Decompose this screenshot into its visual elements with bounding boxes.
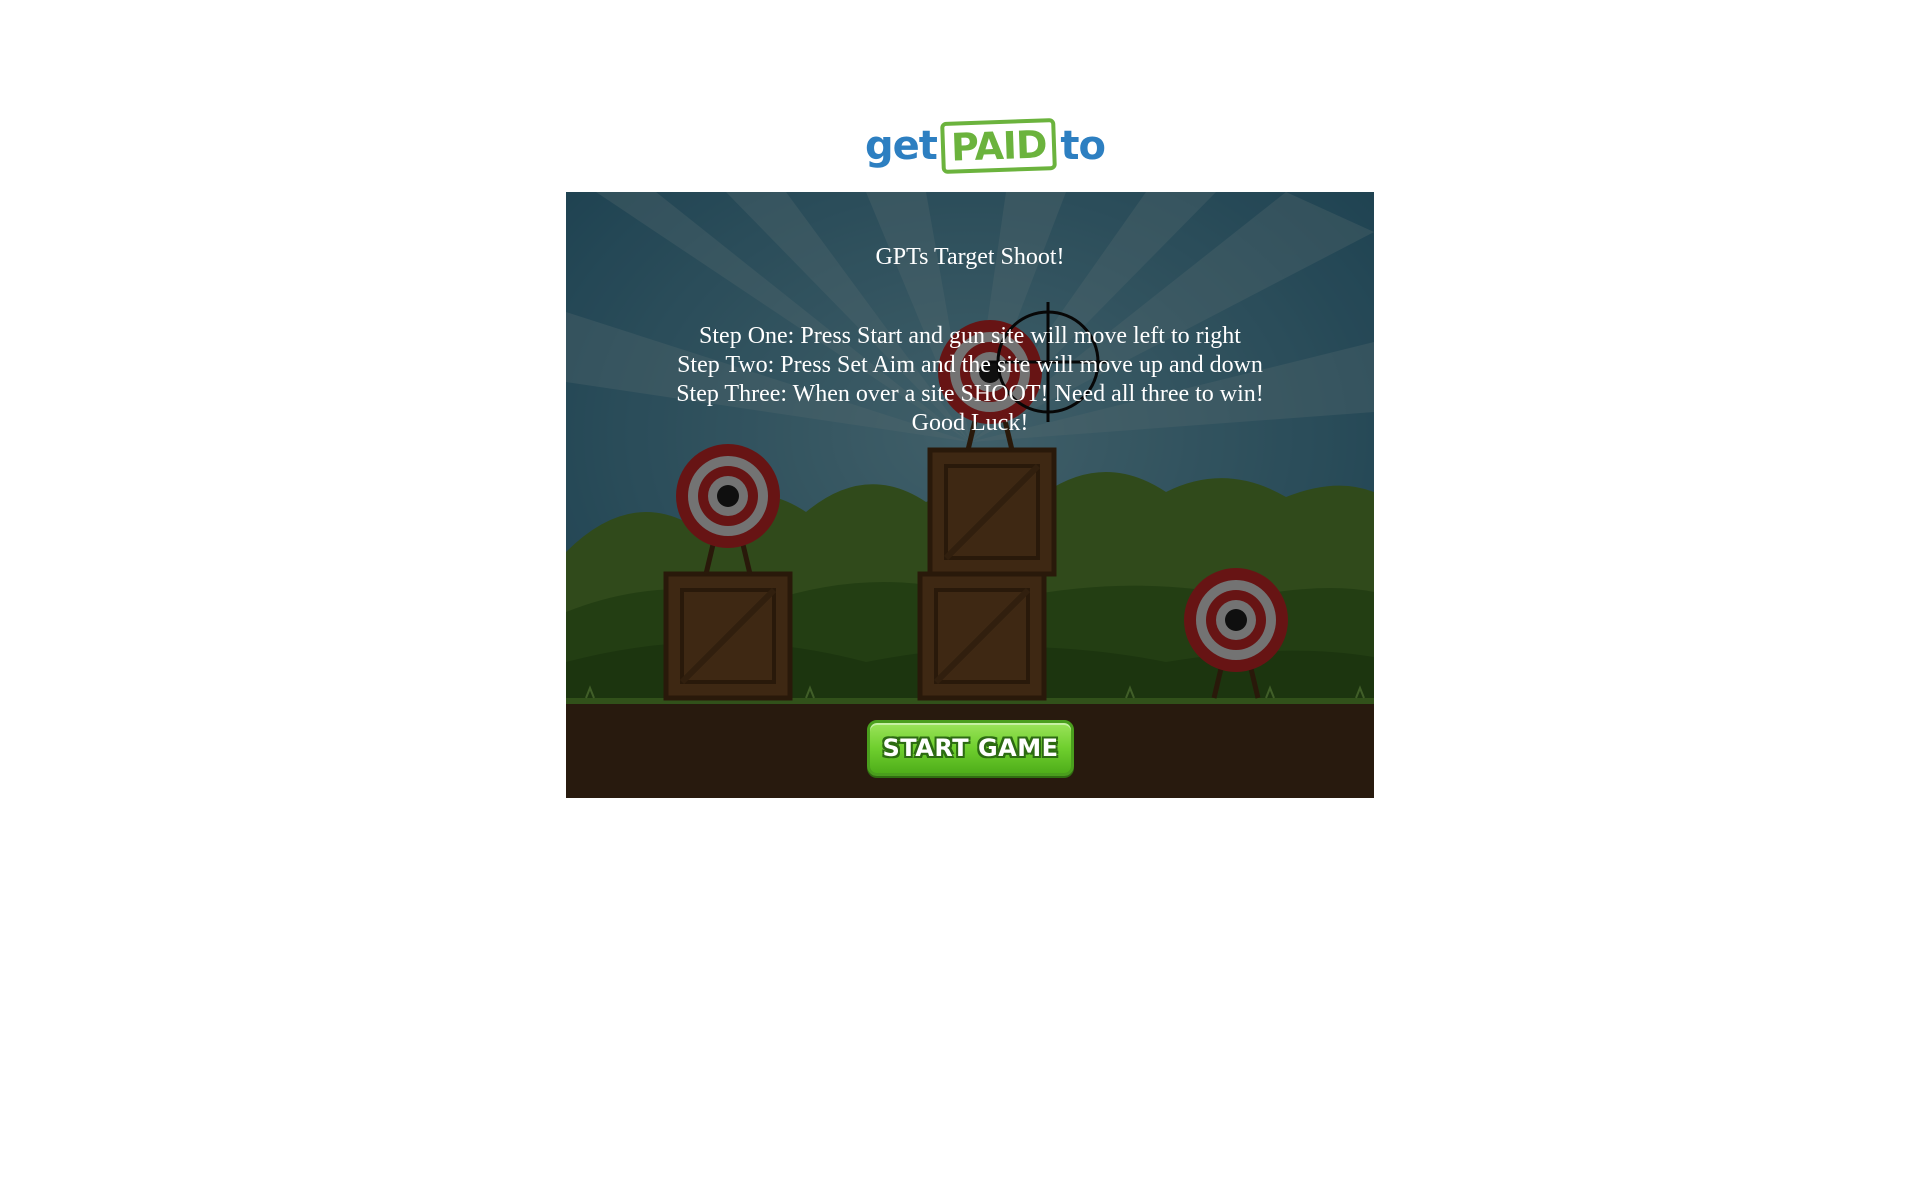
instruction-step-two: Step Two: Press Set Aim and the site wil… [677,352,1263,378]
logo-paid-text: PAID [940,118,1058,174]
game-title: GPTs Target Shoot! [875,244,1065,270]
start-game-button[interactable]: START GAME [867,720,1074,776]
game-canvas[interactable]: GPTs Target Shoot! Step One: Press Start… [566,192,1374,798]
instruction-overlay [566,192,1374,798]
instruction-good-luck: Good Luck! [911,410,1029,436]
instruction-step-one: Step One: Press Start and gun site will … [699,323,1241,349]
instructions-text: Step One: Press Start and gun site will … [566,322,1374,438]
start-game-label: START GAME [882,734,1059,762]
logo-to-text: to [1060,123,1106,169]
instruction-step-three: Step Three: When over a site SHOOT! Need… [676,381,1264,407]
site-logo: get PAID to [865,118,1106,174]
logo-get-text: get [865,123,938,169]
